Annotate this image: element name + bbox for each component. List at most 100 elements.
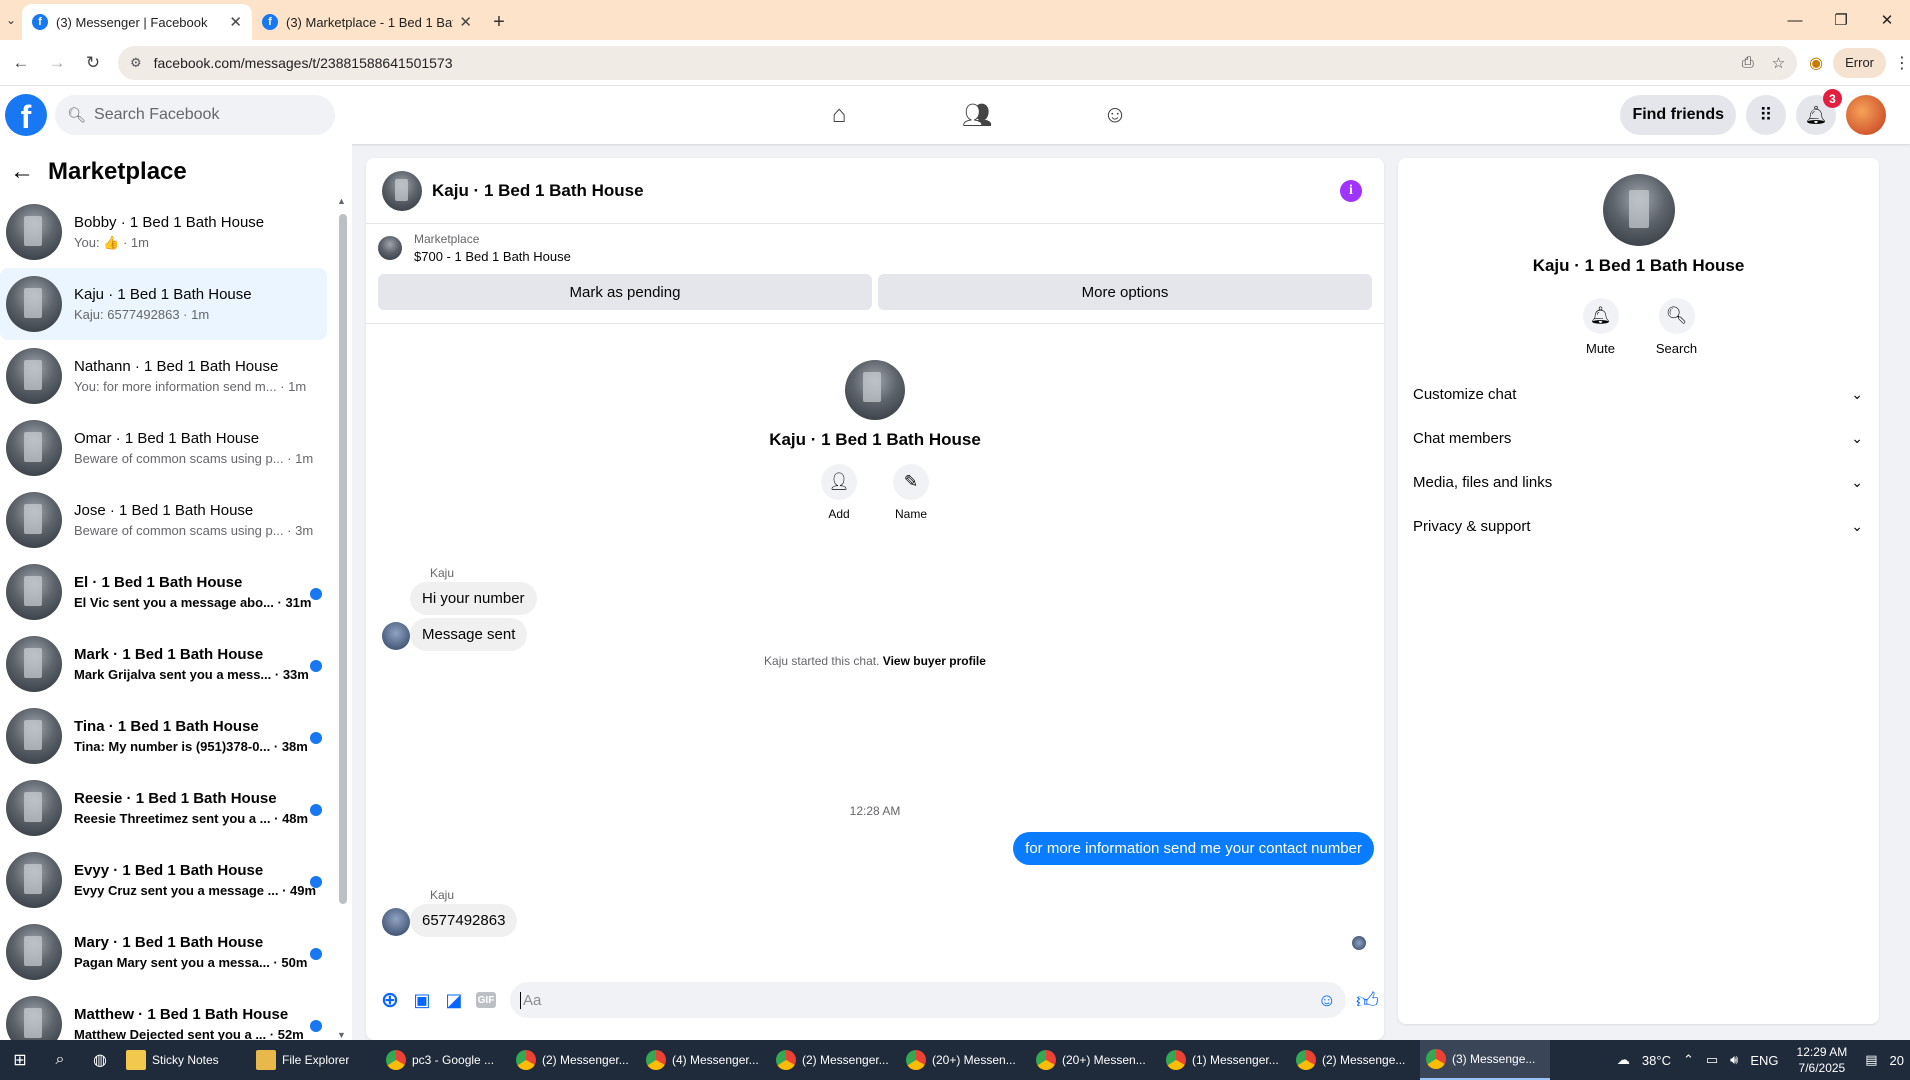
listing-title: $700 - 1 Bed 1 Bath House <box>414 249 571 264</box>
address-bar[interactable]: ⚙ facebook.com/messages/t/23881588641501… <box>117 45 1798 80</box>
bookmark-star-icon[interactable]: ☆ <box>1772 54 1785 72</box>
facebook-logo-icon[interactable]: f <box>5 94 47 136</box>
conversation-item[interactable]: Omar · 1 Bed 1 Bath House Beware of commo… <box>0 412 330 484</box>
taskbar-app[interactable]: Sticky Notes <box>120 1040 250 1080</box>
add-label: Add <box>828 507 850 521</box>
tray-chevron-icon[interactable]: ⌃ <box>1683 1052 1694 1068</box>
view-buyer-profile-link[interactable]: View buyer profile <box>883 654 986 668</box>
conversation-item[interactable]: Bobby · 1 Bed 1 Bath House You: 👍 · 1m <box>0 196 330 268</box>
taskbar-app[interactable]: (2) Messenge... <box>1290 1040 1420 1080</box>
volume-icon[interactable]: 🔊︎ <box>1730 1052 1738 1068</box>
mute-button[interactable]: 🔔︎ Mute <box>1580 298 1622 356</box>
emoji-icon[interactable]: ☺ <box>1318 990 1336 1011</box>
account-avatar[interactable] <box>1846 95 1886 135</box>
close-tab-icon[interactable]: ✕ <box>459 13 472 31</box>
close-window-icon[interactable]: ✕ <box>1864 0 1910 40</box>
notification-center-icon[interactable]: ▤ <box>1865 1052 1877 1068</box>
app-icon[interactable]: ◍ <box>80 1040 120 1080</box>
conversation-item[interactable]: Reesie · 1 Bed 1 Bath House Reesie Threet… <box>0 772 330 844</box>
section-label: Chat members <box>1413 429 1512 447</box>
taskbar-app[interactable]: (3) Messenge... <box>1420 1040 1550 1080</box>
taskbar-app[interactable]: (20+) Messen... <box>1030 1040 1160 1080</box>
conversation-item[interactable]: Mark · 1 Bed 1 Bath House Mark Grijalva s… <box>0 628 330 700</box>
taskbar-app[interactable]: File Explorer <box>250 1040 380 1080</box>
conversation-item[interactable]: Tina · 1 Bed 1 Bath House Tina: My number… <box>0 700 330 772</box>
chat-title[interactable]: Kaju · 1 Bed 1 Bath House <box>432 181 644 201</box>
forward-arrow-icon[interactable]: → <box>42 48 72 78</box>
more-options-button[interactable]: More options <box>878 274 1372 310</box>
chat-avatar[interactable] <box>382 170 422 211</box>
reload-icon[interactable]: ↻ <box>78 48 108 78</box>
message-bubble[interactable]: 6577492863 <box>410 904 518 937</box>
sender-avatar[interactable] <box>382 908 410 936</box>
section-chat-members[interactable]: Chat members ⌄ <box>1398 416 1879 460</box>
restore-icon[interactable]: ❐ <box>1818 0 1864 40</box>
back-arrow-icon[interactable]: ← <box>10 158 34 186</box>
taskbar-app[interactable]: (2) Messenger... <box>510 1040 640 1080</box>
conversation-name: Mary · 1 Bed 1 Bath House <box>74 934 264 951</box>
groups-icon[interactable]: ☺ <box>1046 86 1184 144</box>
scrollbar-thumb[interactable] <box>339 214 347 904</box>
temperature[interactable]: 38°C <box>1642 1053 1671 1068</box>
notifications-bell-icon[interactable]: 🔔︎ 3 <box>1796 89 1842 135</box>
conversation-item[interactable]: Kaju · 1 Bed 1 Bath House Kaju: 657749286… <box>0 268 327 340</box>
thumbs-up-icon[interactable]: 👍︎ <box>1356 987 1379 1014</box>
taskbar-app[interactable]: (2) Messenger... <box>770 1040 900 1080</box>
taskbar-app[interactable]: (1) Messenger... <box>1160 1040 1290 1080</box>
scroll-down-icon[interactable]: ▼ <box>337 1030 346 1040</box>
conversation-info-icon[interactable]: i <box>1340 180 1362 202</box>
mark-as-pending-button[interactable]: Mark as pending <box>378 274 872 310</box>
taskbar-app[interactable]: pc3 - Google ... <box>380 1040 510 1080</box>
message-bubble[interactable]: Hi your number <box>410 582 537 615</box>
browser-tab-messenger[interactable]: f (3) Messenger | Facebook ✕ <box>22 4 252 40</box>
conversation-item[interactable]: Evyy · 1 Bed 1 Bath House Evyy Cruz sent … <box>0 844 330 916</box>
listing-summary[interactable]: Marketplace $700 - 1 Bed 1 Bath House <box>378 232 1372 264</box>
new-tab-button[interactable]: + <box>482 4 516 40</box>
conversation-item[interactable]: Mary · 1 Bed 1 Bath House Pagan Mary sent… <box>0 916 330 988</box>
conversation-item[interactable]: Jose · 1 Bed 1 Bath House Beware of commo… <box>0 484 330 556</box>
taskbar-app[interactable]: (4) Messenger... <box>640 1040 770 1080</box>
url-text[interactable]: facebook.com/messages/t/2388158864150157… <box>154 55 1724 71</box>
search-icon[interactable]: ⌕ <box>40 1040 80 1080</box>
language-indicator[interactable]: ENG <box>1750 1053 1778 1068</box>
conversation-scrollbar[interactable]: ▲ ▼ <box>336 196 348 1040</box>
scroll-up-icon[interactable]: ▲ <box>337 196 346 206</box>
clock[interactable]: 12:29 AM 7/6/2025 <box>1797 1044 1848 1076</box>
search-input[interactable]: 🔍︎ Search Facebook <box>55 95 335 135</box>
browser-tab-marketplace[interactable]: f (3) Marketplace - 1 Bed 1 Bath ✕ <box>252 4 482 40</box>
add-people-button[interactable]: 👤︎ Add <box>818 464 860 521</box>
section-customize-chat[interactable]: Customize chat ⌄ <box>1398 372 1879 416</box>
gif-icon[interactable]: GIF <box>476 992 496 1008</box>
friends-icon[interactable]: 👥︎ <box>908 86 1046 144</box>
section-media-files-links[interactable]: Media, files and links ⌄ <box>1398 460 1879 504</box>
weather-icon[interactable]: ☁ <box>1617 1052 1630 1068</box>
attach-image-icon[interactable]: ▣ <box>406 984 438 1016</box>
conversation-item[interactable]: Nathann · 1 Bed 1 Bath House You: for mor… <box>0 340 330 412</box>
back-arrow-icon[interactable]: ← <box>6 48 36 78</box>
menu-grid-icon[interactable]: ⠿ <box>1746 95 1786 135</box>
message-bubble[interactable]: Message sent <box>410 618 528 651</box>
sender-avatar[interactable] <box>382 622 410 650</box>
browser-menu-icon[interactable]: ⋮ <box>1894 53 1910 73</box>
minimize-icon[interactable]: — <box>1772 0 1818 40</box>
network-icon[interactable]: ▭ <box>1706 1052 1718 1068</box>
windows-start-icon[interactable]: ⊞ <box>0 1040 40 1080</box>
close-tab-icon[interactable]: ✕ <box>229 13 242 31</box>
find-friends-button[interactable]: Find friends <box>1620 95 1736 135</box>
error-button[interactable]: Error <box>1833 47 1887 78</box>
conversation-item[interactable]: El · 1 Bed 1 Bath House El Vic sent you a… <box>0 556 330 628</box>
section-label: Customize chat <box>1413 385 1517 403</box>
taskbar-app[interactable]: (20+) Messen... <box>900 1040 1030 1080</box>
section-privacy-support[interactable]: Privacy & support ⌄ <box>1398 504 1879 548</box>
outgoing-message-bubble[interactable]: for more information send me your contac… <box>1013 832 1374 865</box>
search-conversation-button[interactable]: 🔍︎ Search <box>1656 298 1698 356</box>
message-input[interactable]: Aa ☺ <box>510 982 1346 1018</box>
install-app-icon[interactable]: ⎙ <box>1742 54 1754 71</box>
tab-search-icon[interactable]: ⌄ <box>0 0 22 40</box>
name-chat-button[interactable]: ✎ Name <box>890 464 932 521</box>
site-settings-icon[interactable]: ⚙ <box>130 55 142 71</box>
plus-icon[interactable]: ⊕ <box>374 984 406 1016</box>
home-icon[interactable]: ⌂ <box>770 86 908 144</box>
sticker-icon[interactable]: ◪ <box>438 984 470 1016</box>
profile-icon[interactable]: ◉ <box>1809 53 1823 73</box>
